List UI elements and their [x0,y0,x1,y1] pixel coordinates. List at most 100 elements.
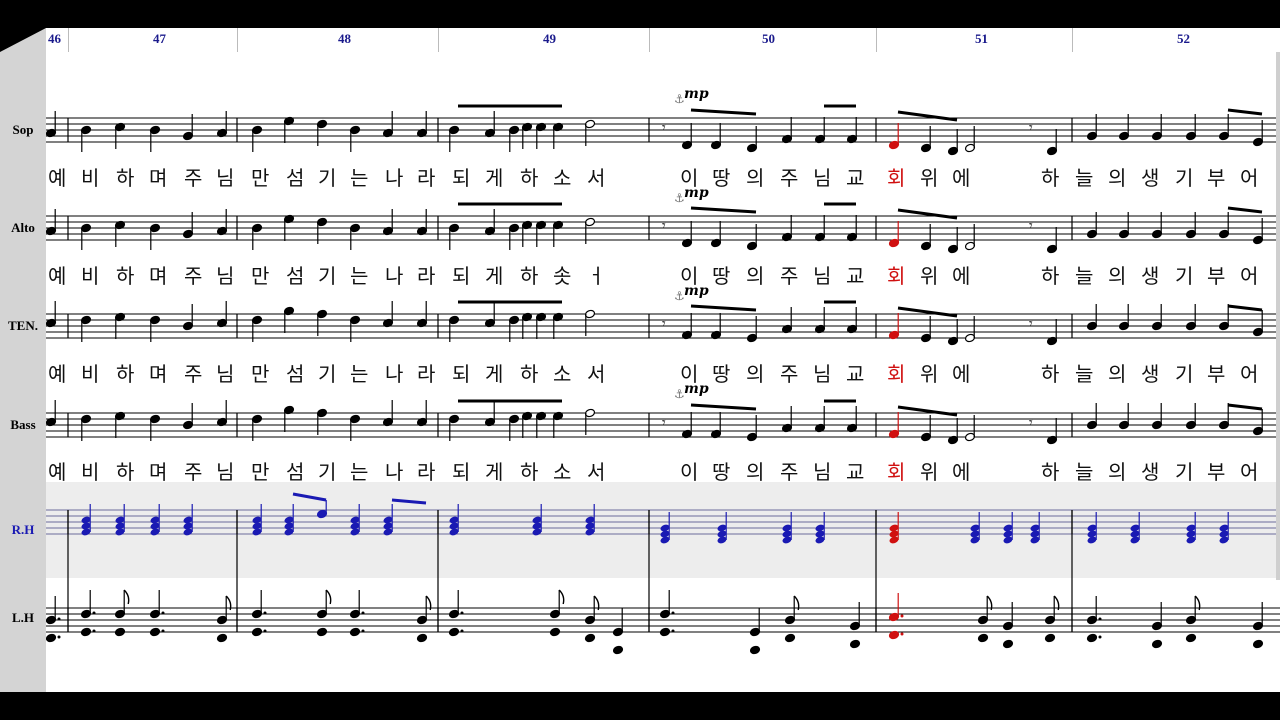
lyric-syllable: 예 [48,166,67,190]
staff-label-bass[interactable]: Bass [0,417,46,433]
note-beam [897,110,958,122]
lyric-syllable: 부 [1207,264,1226,288]
lyric-syllable: 의 [746,362,765,386]
lyric-syllable: 늘 [1075,264,1094,288]
lyric-syllable: 생 [1141,264,1160,288]
eighth-rest: 𝄾 [662,218,666,234]
eighth-rest: 𝄾 [1029,316,1033,332]
vertical-scrollbar[interactable] [1276,52,1280,580]
note-beam [690,403,757,411]
lyric-syllable: 하 [520,362,539,386]
lyric-syllable: 게 [485,362,504,386]
lyric-syllable: 비 [81,362,100,386]
lyric-syllable: 에 [952,460,971,484]
lyric-syllable: 늘 [1075,166,1094,190]
note-dot [263,629,267,633]
lyric-syllable: 이 [680,264,699,288]
note-flag [558,589,565,605]
note-dot [263,611,267,615]
lyric-syllable: 어 [1240,264,1259,288]
lyric-syllable: 님 [813,460,832,484]
lyric-syllable: 하 [116,460,135,484]
lyric-syllable: 님 [216,460,235,484]
measure-number[interactable]: 50 [762,31,775,47]
lyric-syllable: 이 [680,362,699,386]
measure-number[interactable]: 52 [1177,31,1190,47]
notehead [659,627,671,637]
lyric-syllable: 되 [452,166,471,190]
lyric-syllable: 하 [116,166,135,190]
lyric-syllable: 땅 [712,362,731,386]
eighth-rest: 𝄾 [1029,415,1033,431]
lyric-syllable: 의 [746,460,765,484]
lyric-syllable-current: 회 [887,166,906,190]
ruler-measure-tick [649,28,650,52]
lyric-syllable: 라 [417,362,436,386]
lyric-syllable: 기 [1175,460,1194,484]
anchor-icon: ⚓ [674,92,685,106]
lyric-syllable: 소 [553,166,572,190]
score-canvas[interactable]: 𝄾 𝄾 𝄾 𝄾 𝄾 𝄾 𝄾 𝄾 mp ⚓ mp ⚓ mp ⚓ mp ⚓ 예 비 하 며 주 님 만 섬 기 는 나 라 되 게 하 소 서 이 땅… [46,52,1280,692]
lyric-syllable: 부 [1207,166,1226,190]
eighth-rest: 𝄾 [662,120,666,136]
staff-label-tenor[interactable]: TEN. [0,318,46,334]
lyric-syllable-current: 회 [887,264,906,288]
lyric-syllable: 이 [680,460,699,484]
note-beam [690,304,757,312]
lyric-syllable: 땅 [712,264,731,288]
lyric-syllable: 위 [920,264,939,288]
lyric-syllable: 되 [452,264,471,288]
lyric-syllable: 는 [350,460,369,484]
note-beam [1227,206,1263,214]
lyric-syllable: 라 [417,166,436,190]
lyric-syllable: 게 [485,264,504,288]
ruler-measure-tick [1072,28,1073,52]
notehead [612,645,624,655]
lyric-syllable: 어 [1240,460,1259,484]
measure-ruler[interactable]: 46 47 48 49 50 51 52 [46,28,1280,53]
eighth-rest: 𝄾 [662,316,666,332]
measure-number[interactable]: 46 [48,31,61,47]
lyric-syllable: 하 [116,362,135,386]
lyric-syllable: 부 [1207,460,1226,484]
note-beam [690,108,757,116]
lyric-syllable: 비 [81,166,100,190]
lyric-syllable: 되 [452,460,471,484]
lyric-syllable: 님 [813,166,832,190]
measure-number[interactable]: 48 [338,31,351,47]
ruler-measure-tick [237,28,238,52]
lyric-syllable: 어 [1240,166,1259,190]
notehead [416,633,428,643]
lyric-syllable: 만 [251,460,270,484]
lyric-syllable: 교 [846,264,865,288]
staff-label-right-hand[interactable]: R.H [0,522,46,538]
lyric-syllable: 위 [920,166,939,190]
lyric-syllable: 는 [350,264,369,288]
eighth-rest: 𝄾 [1029,120,1033,136]
lyric-syllable: 부 [1207,362,1226,386]
eighth-rest: 𝄾 [662,415,666,431]
score-viewer: Sop Alto TEN. Bass R.H L.H 46 47 48 49 50 51 5… [0,0,1280,720]
notehead [1086,633,1098,643]
measure-number[interactable]: 47 [153,31,166,47]
notehead [549,627,561,637]
dynamic-mark-mp[interactable]: mp [684,86,709,102]
measure-number[interactable]: 51 [975,31,988,47]
measure-number[interactable]: 49 [543,31,556,47]
anchor-icon: ⚓ [674,387,685,401]
lyric-syllable: 주 [780,264,799,288]
notehead [448,627,460,637]
staff-label-soprano[interactable]: Sop [0,122,46,138]
staff-label-alto[interactable]: Alto [0,220,46,236]
notehead [80,627,92,637]
lyric-syllable: 님 [216,166,235,190]
note-dot [1098,617,1102,621]
lyric-syllable: 님 [216,362,235,386]
staff-label-left-hand[interactable]: L.H [0,610,46,626]
lyric-syllable: 솟 [553,264,572,288]
lyric-syllable: 생 [1141,460,1160,484]
lyric-syllable-current: 회 [887,460,906,484]
lyric-syllable: 예 [48,362,67,386]
lyric-syllable: 생 [1141,166,1160,190]
lyric-syllable: 기 [1175,362,1194,386]
